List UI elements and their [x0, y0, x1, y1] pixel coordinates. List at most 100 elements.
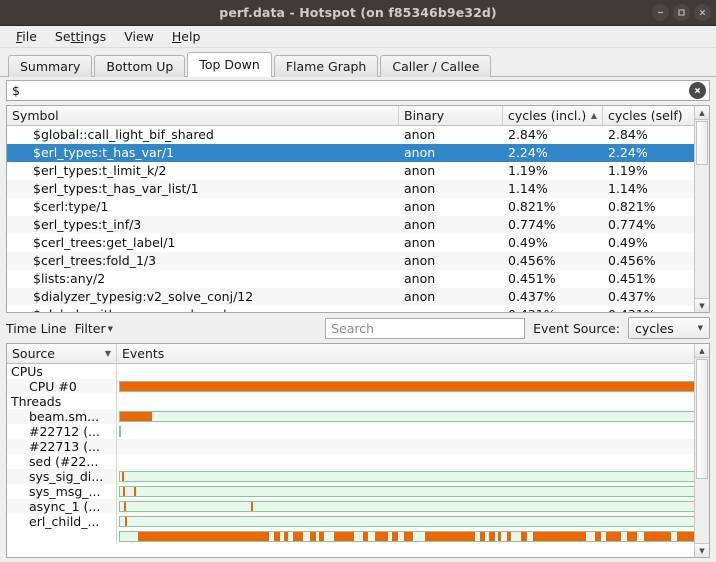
timeline-track — [119, 486, 707, 497]
timeline-row-events[interactable] — [117, 499, 709, 514]
timeline-row[interactable]: sys_sig_di... — [7, 469, 709, 484]
tab-top-down[interactable]: Top Down — [187, 52, 272, 77]
timeline-row-events[interactable] — [117, 514, 709, 529]
scroll-thumb[interactable] — [696, 121, 708, 165]
timeline-sample-mark — [122, 472, 124, 481]
cell-cycles-self: 0.431% — [603, 306, 706, 312]
chevron-down-icon: ▼ — [108, 325, 113, 333]
cell-cycles-self: 0.437% — [603, 288, 706, 306]
scroll-up-button[interactable]: ▲ — [695, 344, 709, 358]
column-header-events-label: Events — [122, 346, 164, 361]
timeline-sample-mark — [124, 502, 126, 511]
scroll-thumb[interactable] — [696, 359, 708, 479]
cell-symbol: $cerl_trees:fold_1/3 — [7, 252, 399, 270]
timeline-row-label: async_1 (... — [7, 499, 117, 514]
cell-cycles-incl: 0.437% — [503, 288, 603, 306]
timeline-sample-segment — [284, 532, 288, 541]
timeline-sample-segment — [533, 532, 586, 541]
column-header-events[interactable]: Events — [117, 344, 709, 363]
clear-icon[interactable] — [689, 82, 706, 99]
cell-cycles-self: 0.451% — [603, 270, 706, 288]
event-source-value: cycles — [635, 321, 674, 336]
timeline-row[interactable]: CPUs — [7, 364, 709, 379]
timeline-row[interactable]: beam.sm... — [7, 409, 709, 424]
timeline-sample-segment — [521, 532, 527, 541]
timeline-row-events[interactable] — [117, 439, 709, 454]
tab-bottom-up[interactable]: Bottom Up — [94, 55, 185, 77]
cell-cycles-incl: 0.774% — [503, 216, 603, 234]
cell-cycles-self: 1.14% — [603, 180, 706, 198]
cell-symbol: $erl_types:t_limit_k/2 — [7, 162, 399, 180]
scroll-down-button[interactable]: ▼ — [695, 543, 709, 557]
event-source-select[interactable]: cycles ▼ — [628, 317, 710, 339]
timeline-track — [119, 516, 707, 527]
table-scrollbar[interactable]: ▲ ▼ — [694, 106, 709, 312]
timeline-track — [119, 471, 707, 482]
timeline-sample-segment — [392, 532, 398, 541]
timeline-toolbar: Time Line Filter ▼ Search Event Source: … — [0, 313, 716, 343]
timeline-search-input[interactable]: Search — [325, 318, 525, 339]
column-header-source[interactable]: Source ▼ — [7, 344, 117, 363]
timeline-track — [119, 411, 707, 422]
maximize-button[interactable] — [673, 4, 690, 21]
tab-summary[interactable]: Summary — [8, 55, 92, 77]
timeline-row[interactable]: sys_msg_... — [7, 484, 709, 499]
table-row[interactable]: $lists:any/2anon0.451%0.451% — [7, 270, 709, 288]
timeline-row-events[interactable] — [117, 424, 709, 439]
timeline-track — [119, 501, 707, 512]
menu-file[interactable]: File — [8, 27, 45, 46]
column-header-cycles-incl[interactable]: cycles (incl.) ▲ — [503, 106, 603, 125]
timeline-filter-button[interactable]: Filter ▼ — [75, 321, 113, 336]
table-row[interactable]: $global::arith_compare_sharedanon0.431%0… — [7, 306, 709, 312]
scroll-down-button[interactable]: ▼ — [695, 298, 709, 312]
table-row[interactable]: $erl_types:t_has_var_list/1anon1.14%1.14… — [7, 180, 709, 198]
timeline-row[interactable]: #22713 (... — [7, 439, 709, 454]
cell-symbol: $erl_types:t_has_var_list/1 — [7, 180, 399, 198]
timeline-header: Source ▼ Events — [7, 344, 709, 364]
cell-symbol: $erl_types:t_has_var/1 — [7, 144, 399, 162]
timeline-row-label: sys_msg_... — [7, 484, 117, 499]
top-down-table: Symbol Binary cycles (incl.) ▲ cycles (s… — [6, 105, 710, 313]
menu-settings[interactable]: Settings — [47, 27, 114, 46]
cell-cycles-incl: 0.451% — [503, 270, 603, 288]
timeline-sample-segment — [404, 532, 413, 541]
timeline-row-events[interactable] — [117, 469, 709, 484]
timeline-row[interactable]: Threads — [7, 394, 709, 409]
column-header-binary[interactable]: Binary — [399, 106, 503, 125]
table-row[interactable]: $cerl:type/1anon0.821%0.821% — [7, 198, 709, 216]
cell-binary: anon — [399, 270, 503, 288]
tab-caller-callee[interactable]: Caller / Callee — [380, 55, 491, 77]
table-row[interactable]: $erl_types:t_has_var/1anon2.24%2.24% — [7, 144, 709, 162]
timeline-row[interactable]: sed (#22... — [7, 454, 709, 469]
column-header-symbol[interactable]: Symbol — [7, 106, 399, 125]
timeline-row[interactable]: #22712 (... — [7, 424, 709, 439]
timeline-row[interactable]: CPU #0 — [7, 379, 709, 394]
timeline-row-events[interactable] — [117, 364, 709, 379]
table-row[interactable]: $erl_types:t_limit_k/2anon1.19%1.19% — [7, 162, 709, 180]
timeline-row[interactable]: erl_child_... — [7, 514, 709, 529]
table-row[interactable]: $cerl_trees:get_label/1anon0.49%0.49% — [7, 234, 709, 252]
menu-view[interactable]: View — [116, 27, 162, 46]
minimize-button[interactable] — [652, 4, 669, 21]
tab-flame-graph[interactable]: Flame Graph — [274, 55, 379, 77]
menu-help[interactable]: Help — [164, 27, 209, 46]
timeline-row-events[interactable] — [117, 454, 709, 469]
timeline-scrollbar[interactable]: ▲ ▼ — [694, 344, 709, 557]
timeline-row[interactable] — [7, 529, 709, 544]
cell-symbol: $erl_types:t_inf/3 — [7, 216, 399, 234]
timeline-row[interactable]: async_1 (... — [7, 499, 709, 514]
close-button[interactable] — [694, 4, 711, 21]
timeline-row-events[interactable] — [117, 394, 709, 409]
table-row[interactable]: $erl_types:t_inf/3anon0.774%0.774% — [7, 216, 709, 234]
timeline-row-events[interactable] — [117, 529, 709, 544]
table-row[interactable]: $cerl_trees:fold_1/3anon0.456%0.456% — [7, 252, 709, 270]
table-row[interactable]: $global::call_light_bif_sharedanon2.84%2… — [7, 126, 709, 144]
column-header-cycles-self[interactable]: cycles (self) — [603, 106, 706, 125]
timeline-row-events[interactable] — [117, 379, 709, 394]
timeline-row-events[interactable] — [117, 409, 709, 424]
symbol-filter-input[interactable]: $ — [6, 80, 710, 101]
scroll-up-button[interactable]: ▲ — [695, 106, 709, 120]
timeline-body: CPUsCPU #0Threadsbeam.sm...#22712 (...#2… — [7, 364, 709, 557]
timeline-row-events[interactable] — [117, 484, 709, 499]
table-row[interactable]: $dialyzer_typesig:v2_solve_conj/12anon0.… — [7, 288, 709, 306]
